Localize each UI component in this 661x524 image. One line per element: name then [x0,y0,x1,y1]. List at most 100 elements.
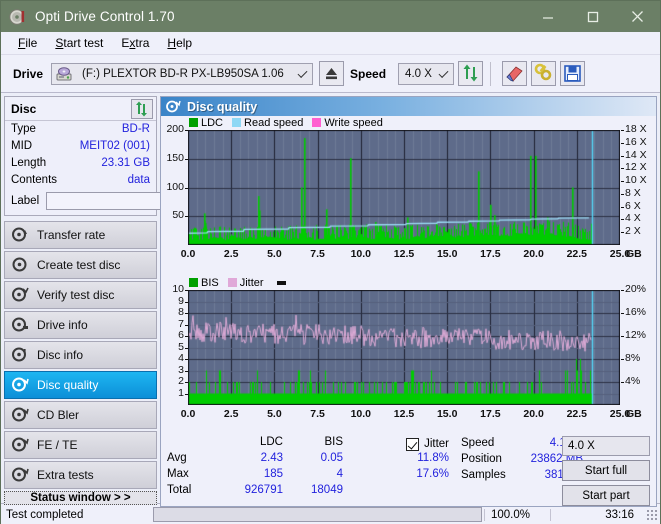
stats-col-bis: BIS 0.05 4 18049 [291,436,343,504]
legend-swatch [227,278,237,287]
stats-header-bis: BIS [324,436,343,448]
y-axis-tick-left: 6 [178,329,184,341]
x-axis-unit: GB [626,248,642,260]
drive-select[interactable]: (F:) PLEXTOR BD-R PX-LB950SA 1.06 [51,62,314,85]
disc-refresh-button[interactable] [131,98,153,119]
disc-bler-icon [12,407,32,423]
y-axis-tick-left: 200 [166,123,184,135]
toolbar-separator [490,61,492,86]
sidebar-item-transfer-rate[interactable]: Transfer rate [4,221,157,249]
y-axis-tick-right: 6 X [625,199,641,212]
tick-mark [621,313,624,314]
chevron-down-icon [297,67,308,78]
menu-file[interactable]: File [9,34,46,52]
start-part-button[interactable]: Start part [562,485,650,506]
x-axis-tick: 22.5 [566,248,588,260]
disc-check-icon [12,287,32,303]
tick-mark [621,290,624,291]
y-axis-tick-right: 12 X [625,161,647,174]
tick-mark [185,216,188,218]
y-axis-tick-left: 4 [178,352,184,364]
speed-select[interactable]: 4.0 X [398,62,455,85]
elapsed-time: 33:16 [550,508,646,521]
tools-button[interactable] [531,61,557,86]
save-button[interactable] [560,61,586,86]
disc-row-value: 23.31 GB [101,157,150,169]
tick-mark [185,359,188,360]
floppy-save-icon [564,65,581,82]
sidebar-item-verify-test-disc[interactable]: Verify test disc [4,281,157,309]
sidebar-item-disc-quality[interactable]: Disc quality [4,371,157,399]
disc-row-key: MID [11,140,33,152]
legend-label: LDC [201,116,224,129]
sidebar-item-extra-tests[interactable]: Extra tests [4,461,157,489]
y-axis-tick-right: 4 X [625,212,641,225]
minimize-button[interactable] [525,1,570,32]
window-title: Opti Drive Control 1.70 [35,9,175,24]
refresh-button[interactable] [458,61,484,86]
y-axis-tick-left: 7 [178,317,184,330]
title-bar: Opti Drive Control 1.70 [1,1,660,32]
toolbar: Drive (F:) PLEXTOR BD-R PX-LB950SA 1.06 … [1,55,660,93]
disc-row-value: data [127,174,150,186]
chevron-down-icon [438,67,449,78]
maximize-button[interactable] [570,1,615,32]
erase-button[interactable] [502,61,528,86]
eject-button[interactable] [319,61,345,86]
jitter-label: Jitter [424,438,449,450]
sidebar-item-label: FE / TE [37,438,78,452]
ldc-plot-canvas [188,130,620,245]
drive-icon [56,66,73,85]
x-axis-tick: 5.0 [267,248,282,260]
y-axis-tick-right: 8% [625,352,641,364]
stats-speed-label: Speed [461,437,495,449]
tick-mark [185,347,188,349]
progress-percent: 100.0% [484,508,550,521]
legend-label: Jitter [239,276,264,289]
tick-mark [185,290,188,291]
sidebar-item-drive-info[interactable]: Drive info [4,311,157,339]
y-axis-tick-left: 8 [178,306,184,318]
tick-mark [621,130,624,131]
x-axis-tick: 5.0 [267,408,282,420]
sidebar-item-label: Create test disc [37,258,121,272]
legend-marker [273,280,289,285]
start-full-button[interactable]: Start full [562,460,650,481]
sidebar-item-label: CD Bler [37,408,80,422]
status-window-button[interactable]: Status window > > [4,491,157,505]
right-pane: Disc quality LDC Read speed Write speed … [160,93,660,507]
resize-grip[interactable] [646,508,658,521]
y-axis-tick-right: 20% [625,283,647,295]
stats-label-avg: Avg [167,452,187,464]
close-button[interactable] [615,1,660,32]
disc-speed-icon [12,227,32,243]
sidebar-item-disc-info[interactable]: Disc info [4,341,157,369]
disc-row-key: Type [11,123,36,135]
stats-jitter-avg: 11.8% [417,452,449,464]
tick-mark [621,181,624,183]
menu-extra[interactable]: Extra [112,34,158,52]
jitter-checkbox[interactable] [406,437,420,451]
tick-mark [185,158,188,160]
y-axis-tick-left: 10 [172,283,184,295]
x-axis-tick: 0.0 [180,248,196,260]
speed-value: 4.0 X [405,67,432,80]
disc-row: MID MEIT02 (001) [5,138,156,155]
sidebar-item-create-test-disc[interactable]: Create test disc [4,251,157,279]
y-axis-tick-right: 16% [625,306,647,318]
y-axis-tick-left: 100 [166,180,184,193]
disc-label-key: Label [11,195,40,207]
sidebar-item-cd-bler[interactable]: CD Bler [4,401,157,429]
test-speed-select[interactable]: 4.0 X [562,436,650,456]
menu-start-test[interactable]: Start test [46,34,112,52]
legend-read-speed: Read speed [232,117,303,129]
y-axis-tick-left: 150 [166,151,184,164]
y-axis-tick-left: 50 [172,209,184,222]
menu-help[interactable]: Help [158,34,201,52]
y-axis-tick-right: 18 X [625,123,647,135]
sidebar-item-fe-te[interactable]: FE / TE [4,431,157,459]
test-controls: 4.0 X Start full Start part [562,436,650,506]
disc-row: Length 23.31 GB [5,155,156,172]
disc-row-key: Length [11,157,47,169]
tick-mark [621,219,624,221]
